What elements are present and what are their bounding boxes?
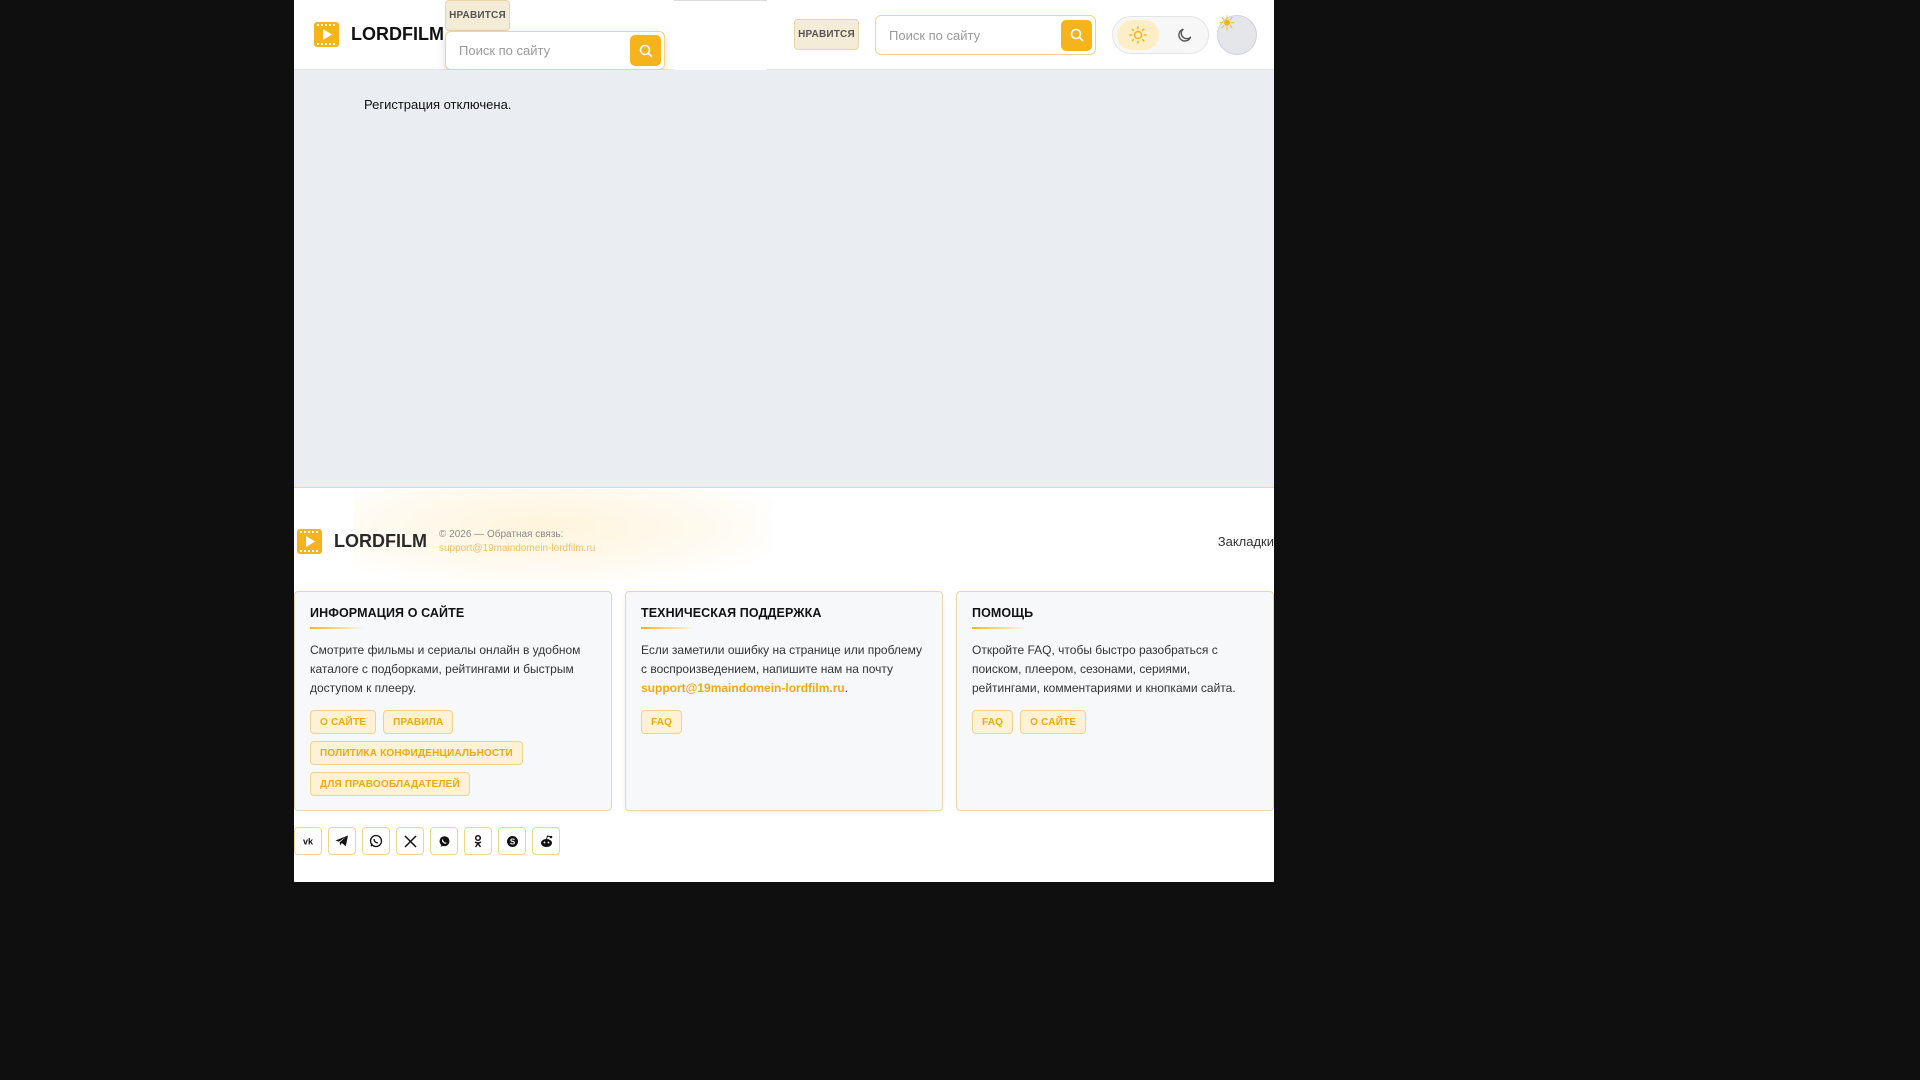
- sun-icon: [1129, 26, 1147, 44]
- light-theme-button[interactable]: [1117, 20, 1159, 50]
- tag-rules[interactable]: ПРАВИЛА: [383, 710, 454, 734]
- card-text: Если заметили ошибку на странице или про…: [641, 643, 922, 695]
- search-field[interactable]: Поиск по сайту: [875, 15, 1096, 55]
- dropdown-search-field[interactable]: Поиск по сайту: [445, 31, 665, 70]
- main-content: Регистрация отключена.: [294, 70, 1274, 488]
- header-logo[interactable]: LORDFILM: [314, 22, 444, 47]
- copyright-text: © 2026 — Обратная связь:: [439, 529, 564, 540]
- skype-icon[interactable]: S: [498, 827, 526, 855]
- dropdown-search-button[interactable]: [630, 35, 661, 66]
- tag-privacy[interactable]: ПОЛИТИКА КОНФИДЕНЦИАЛЬНОСТИ: [310, 741, 523, 765]
- support-email-link[interactable]: support@19maindomein-lordfilm.ru: [641, 681, 845, 695]
- svg-text:S: S: [509, 837, 515, 846]
- card-tags: FAQ: [641, 710, 927, 734]
- dropdown-like-button[interactable]: НРАВИТСЯ: [445, 0, 510, 31]
- theme-toggle[interactable]: [1112, 16, 1209, 54]
- odnoklassniki-icon[interactable]: [464, 827, 492, 855]
- search-icon: [639, 44, 652, 57]
- support-card: ТЕХНИЧЕСКАЯ ПОДДЕРЖКА Если заметили ошиб…: [625, 591, 943, 811]
- card-text: Смотрите фильмы и сериалы онлайн в удобн…: [310, 643, 581, 695]
- site-header: LORDFILM НРАВИТСЯ Поиск по сайту НРАВИТС…: [294, 0, 1274, 70]
- telegram-icon[interactable]: [328, 827, 356, 855]
- footer-logo-text: LORDFILM: [334, 531, 427, 551]
- card-tags: О САЙТЕ ПРАВИЛА ПОЛИТИКА КОНФИДЕНЦИАЛЬНО…: [310, 710, 540, 796]
- tag-faq[interactable]: FAQ: [972, 710, 1014, 734]
- tag-rightholders[interactable]: ДЛЯ ПРАВООБЛАДАТЕЛЕЙ: [310, 772, 470, 796]
- card-text: Откройте FAQ, чтобы быстро разобраться с…: [972, 643, 1236, 695]
- x-icon[interactable]: [396, 827, 424, 855]
- moon-icon: [1178, 28, 1192, 42]
- info-card: ИНФОРМАЦИЯ О САЙТЕ Смотрите фильмы и сер…: [294, 591, 612, 811]
- vk-icon[interactable]: vk: [294, 827, 322, 855]
- help-card: ПОМОЩЬ Откройте FAQ, чтобы быстро разобр…: [956, 591, 1274, 811]
- viber-icon[interactable]: [430, 827, 458, 855]
- whatsapp-icon[interactable]: [362, 827, 390, 855]
- logo-text: LORDFILM: [351, 24, 444, 44]
- social-links: vk S: [294, 827, 560, 855]
- search-button[interactable]: [1061, 19, 1092, 51]
- svg-text:vk: vk: [303, 837, 314, 847]
- footer-copyright: © 2026 — Обратная связь: support@19maind…: [439, 528, 595, 556]
- card-title: ТЕХНИЧЕСКАЯ ПОДДЕРЖКА: [641, 606, 822, 620]
- feedback-email-link[interactable]: support@19maindomein-lordfilm.ru: [439, 542, 595, 556]
- card-tags: FAQ О САЙТЕ: [972, 710, 1258, 734]
- tag-faq[interactable]: FAQ: [641, 710, 683, 734]
- like-button[interactable]: НРАВИТСЯ: [794, 19, 859, 50]
- dropdown-search-input[interactable]: Поиск по сайту: [459, 43, 630, 58]
- page: LORDFILM НРАВИТСЯ Поиск по сайту НРАВИТС…: [294, 0, 1274, 882]
- card-title: ПОМОЩЬ: [972, 606, 1034, 620]
- dropdown-underlay: [674, 0, 767, 70]
- dark-theme-button[interactable]: [1168, 20, 1202, 50]
- search-icon: [1070, 28, 1083, 42]
- film-play-icon: [314, 22, 339, 47]
- bookmarks-link[interactable]: Закладки: [1218, 534, 1274, 549]
- site-footer: LORDFILM © 2026 — Обратная связь: suppor…: [294, 489, 1274, 882]
- sun-icon: ☀: [1218, 13, 1236, 35]
- tag-about[interactable]: О САЙТЕ: [310, 710, 377, 734]
- film-play-icon: [297, 529, 322, 554]
- search-input[interactable]: Поиск по сайту: [889, 28, 1061, 43]
- footer-logo[interactable]: LORDFILM: [297, 529, 427, 554]
- card-title: ИНФОРМАЦИЯ О САЙТЕ: [310, 606, 465, 620]
- tag-about[interactable]: О САЙТЕ: [1020, 710, 1087, 734]
- reddit-icon[interactable]: [532, 827, 560, 855]
- registration-message: Регистрация отключена.: [364, 97, 512, 112]
